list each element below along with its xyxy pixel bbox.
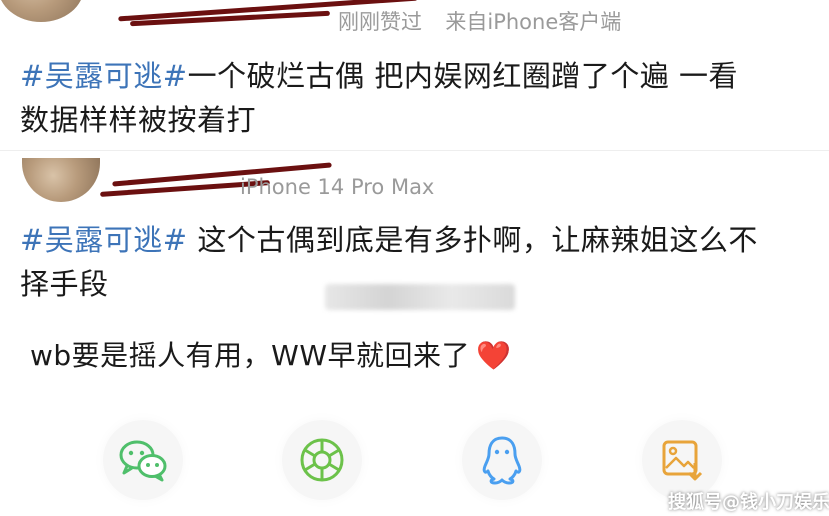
comment-line: 这个古偶到底是有多扑啊，让麻辣姐这么不: [187, 223, 758, 257]
caption: wb要是摇人有用，WW早就回来了 ❤️: [30, 334, 511, 378]
source-label: iPhone 14 Pro Max: [240, 175, 435, 199]
wechat-icon: [119, 440, 167, 482]
topic-link[interactable]: #吴露可逃#: [20, 59, 188, 93]
heart-emoji: ❤️: [476, 339, 512, 372]
topic-link[interactable]: #吴露可逃#: [20, 223, 188, 257]
like-status: 刚刚赞过: [338, 10, 422, 34]
comment-line: 一个破烂古偶 把内娱网红圈蹭了个遍 一看: [187, 59, 739, 93]
comment-text: #吴露可逃#一个破烂古偶 把内娱网红圈蹭了个遍 一看 数据样样被按着打: [20, 54, 820, 142]
caption-text: wb要是摇人有用，WW早就回来了: [30, 339, 471, 372]
share-moments-button[interactable]: [282, 420, 362, 500]
qq-icon: [482, 436, 522, 485]
save-image-icon: [662, 440, 703, 481]
avatar[interactable]: [0, 0, 84, 22]
share-qq-button[interactable]: [462, 420, 542, 500]
source-label: 来自iPhone客户端: [445, 10, 622, 34]
comment-line: 数据样样被按着打: [20, 103, 257, 137]
share-wechat-button[interactable]: [103, 420, 183, 500]
moments-icon: [300, 438, 344, 482]
watermark: 搜狐号@钱小刀娱乐: [668, 492, 829, 513]
divider: [0, 150, 829, 151]
comment-meta: 刚刚赞过 来自iPhone客户端: [338, 6, 621, 36]
blurred-region: [325, 284, 515, 310]
avatar[interactable]: [22, 158, 100, 202]
